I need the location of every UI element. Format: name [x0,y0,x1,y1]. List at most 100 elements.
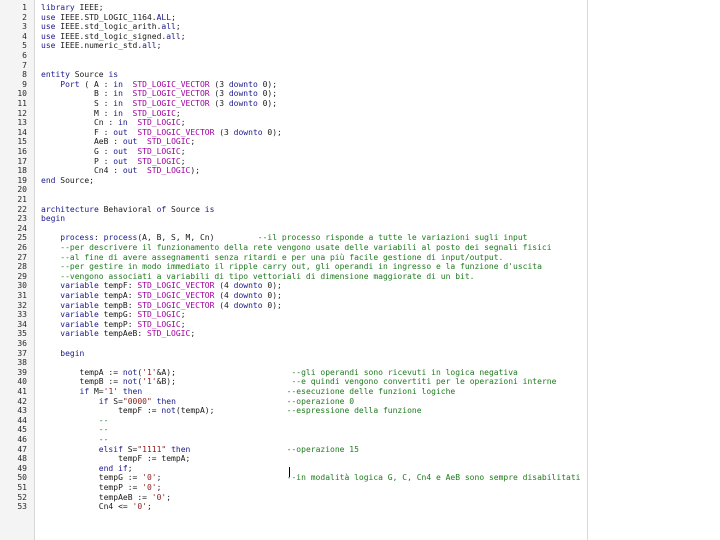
code-line[interactable]: 12 M : in STD_LOGIC; [0,109,720,118]
code-line[interactable]: 25 process: process(A, B, S, M, Cn) --il… [0,233,720,242]
code-text[interactable]: S : in STD_LOGIC_VECTOR (3 downto 0); [41,99,277,108]
code-text[interactable]: --vengono associati a variabili di tipo … [41,272,474,281]
code-line[interactable]: 32 variable tempB: STD_LOGIC_VECTOR (4 d… [0,301,720,310]
code-line[interactable]: 29 --vengono associati a variabili di ti… [0,272,720,281]
code-text[interactable]: end Source; [41,176,94,185]
code-line[interactable]: 7 [0,61,720,70]
code-line[interactable]: 52 tempAeB := '0'; [0,493,720,502]
code-text[interactable]: --per descrivere il funzionamento della … [41,243,551,252]
code-text[interactable]: tempAeB := '0'; [41,493,171,502]
code-line[interactable]: 5 use IEEE.numeric_std.all; [0,41,720,50]
code-text[interactable]: library IEEE; [41,3,104,12]
code-line[interactable]: 38 [0,358,720,367]
code-text[interactable]: F : out STD_LOGIC_VECTOR (3 downto 0); [41,128,282,137]
code-line[interactable]: 22 architecture Behavioral of Source is [0,205,720,214]
code-line[interactable]: 51 tempP := '0'; [0,483,720,492]
code-text[interactable]: Cn : in STD_LOGIC; [41,118,186,127]
code-text[interactable]: tempB := not('1'&B); --e quindi vengono … [41,377,557,386]
code-line[interactable]: 46 -- [0,435,720,444]
code-line[interactable]: 24 [0,224,720,233]
code-line[interactable]: 35 variable tempAeB: STD_LOGIC; [0,329,720,338]
code-line[interactable]: 10 B : in STD_LOGIC_VECTOR (3 downto 0); [0,89,720,98]
code-line[interactable]: 50 tempG := '0'; --in modalità logica G,… [0,473,720,482]
code-text[interactable]: -- [41,416,109,425]
code-text[interactable]: use IEEE.numeric_std.all; [41,41,161,50]
code-text[interactable]: M : in STD_LOGIC; [41,109,181,118]
code-line[interactable]: 19 end Source; [0,176,720,185]
code-line[interactable]: 8 entity Source is [0,70,720,79]
code-text[interactable]: Port ( A : in STD_LOGIC_VECTOR (3 downto… [41,80,277,89]
code-line[interactable]: 6 [0,51,720,60]
code-line[interactable]: 48 tempF := tempA; [0,454,720,463]
code-text[interactable]: begin [41,214,65,223]
code-text[interactable]: AeB : out STD_LOGIC; [41,137,195,146]
code-line[interactable]: 20 [0,185,720,194]
code-line[interactable]: 26 --per descrivere il funzionamento del… [0,243,720,252]
code-text[interactable]: if M='1' then --esecuzione delle funzion… [41,387,456,396]
code-text[interactable]: --al fine di avere assegnamenti senza ri… [41,253,503,262]
code-line[interactable]: 33 variable tempG: STD_LOGIC; [0,310,720,319]
code-text[interactable]: use IEEE.std_logic_arith.all; [41,22,181,31]
code-line[interactable]: 42 if S="0000" then --operazione 0 [0,397,720,406]
code-line[interactable]: 39 tempA := not('1'&A); --gli operandi s… [0,368,720,377]
code-text[interactable]: Cn4 <= '0'; [41,502,152,511]
code-line[interactable]: 45 -- [0,425,720,434]
code-text[interactable]: variable tempP: STD_LOGIC; [41,320,185,329]
code-line[interactable]: 21 [0,195,720,204]
code-line[interactable]: 36 [0,339,720,348]
code-line[interactable]: 23 begin [0,214,720,223]
code-line[interactable]: 31 variable tempA: STD_LOGIC_VECTOR (4 d… [0,291,720,300]
code-line[interactable]: 43 tempF := not(tempA); --espressione de… [0,406,720,415]
code-line[interactable]: 27 --al fine di avere assegnamenti senza… [0,253,720,262]
code-text[interactable]: architecture Behavioral of Source is [41,205,214,214]
code-text[interactable]: entity Source is [41,70,118,79]
code-text[interactable]: elsif S="1111" then --operazione 15 [41,445,359,454]
code-line[interactable]: 3 use IEEE.std_logic_arith.all; [0,22,720,31]
code-text[interactable]: tempP := '0'; [41,483,162,492]
code-text[interactable]: variable tempAeB: STD_LOGIC; [41,329,195,338]
code-text[interactable]: variable tempB: STD_LOGIC_VECTOR (4 down… [41,301,282,310]
code-line[interactable]: 44 -- [0,416,720,425]
code-text[interactable]: use IEEE.std_logic_signed.all; [41,32,186,41]
code-text[interactable]: --per gestire in modo immediato il rippl… [41,262,542,271]
code-text[interactable]: B : in STD_LOGIC_VECTOR (3 downto 0); [41,89,277,98]
code-line[interactable]: 18 Cn4 : out STD_LOGIC); [0,166,720,175]
code-text[interactable]: -- [41,435,109,444]
code-line[interactable]: 2 use IEEE.STD_LOGIC_1164.ALL; [0,13,720,22]
code-text[interactable]: tempF := not(tempA); --espressione della… [41,406,421,415]
code-line[interactable]: 16 G : out STD_LOGIC; [0,147,720,156]
code-line[interactable]: 28 --per gestire in modo immediato il ri… [0,262,720,271]
code-text[interactable]: variable tempF: STD_LOGIC_VECTOR (4 down… [41,281,282,290]
code-line[interactable]: 30 variable tempF: STD_LOGIC_VECTOR (4 d… [0,281,720,290]
code-text[interactable]: tempF := tempA; [41,454,190,463]
code-text[interactable]: tempG := '0'; --in modalità logica G, C,… [41,473,581,482]
code-line[interactable]: 1 library IEEE; [0,3,720,12]
code-text[interactable]: -- [41,425,109,434]
code-text[interactable]: use IEEE.STD_LOGIC_1164.ALL; [41,13,176,22]
code-line[interactable]: 13 Cn : in STD_LOGIC; [0,118,720,127]
code-line[interactable]: 14 F : out STD_LOGIC_VECTOR (3 downto 0)… [0,128,720,137]
code-line[interactable]: 37 begin [0,349,720,358]
code-text[interactable]: Cn4 : out STD_LOGIC); [41,166,200,175]
code-text[interactable]: G : out STD_LOGIC; [41,147,186,156]
code-text[interactable]: variable tempA: STD_LOGIC_VECTOR (4 down… [41,291,282,300]
code-editor[interactable]: 1 library IEEE; 2 use IEEE.STD_LOGIC_1164.A… [0,0,720,540]
code-line[interactable]: 41 if M='1' then --esecuzione delle funz… [0,387,720,396]
code-text[interactable]: if S="0000" then --operazione 0 [41,397,354,406]
code-text[interactable]: variable tempG: STD_LOGIC; [41,310,185,319]
code-line[interactable]: 4 use IEEE.std_logic_signed.all; [0,32,720,41]
code-text[interactable]: tempA := not('1'&A); --gli operandi sono… [41,368,518,377]
code-text[interactable]: end if; [41,464,133,473]
code-line[interactable]: 34 variable tempP: STD_LOGIC; [0,320,720,329]
code-line[interactable]: 40 tempB := not('1'&B); --e quindi vengo… [0,377,720,386]
code-line[interactable]: 49 end if; [0,464,720,473]
code-line[interactable]: 11 S : in STD_LOGIC_VECTOR (3 downto 0); [0,99,720,108]
code-line[interactable]: 17 P : out STD_LOGIC; [0,157,720,166]
code-text[interactable]: P : out STD_LOGIC; [41,157,186,166]
code-line[interactable]: 47 elsif S="1111" then --operazione 15 [0,445,720,454]
code-text[interactable]: process: process(A, B, S, M, Cn) --il pr… [41,233,527,242]
code-line[interactable]: 9 Port ( A : in STD_LOGIC_VECTOR (3 down… [0,80,720,89]
code-line[interactable]: 15 AeB : out STD_LOGIC; [0,137,720,146]
code-text[interactable]: begin [41,349,84,358]
code-line[interactable]: 53 Cn4 <= '0'; [0,502,720,511]
